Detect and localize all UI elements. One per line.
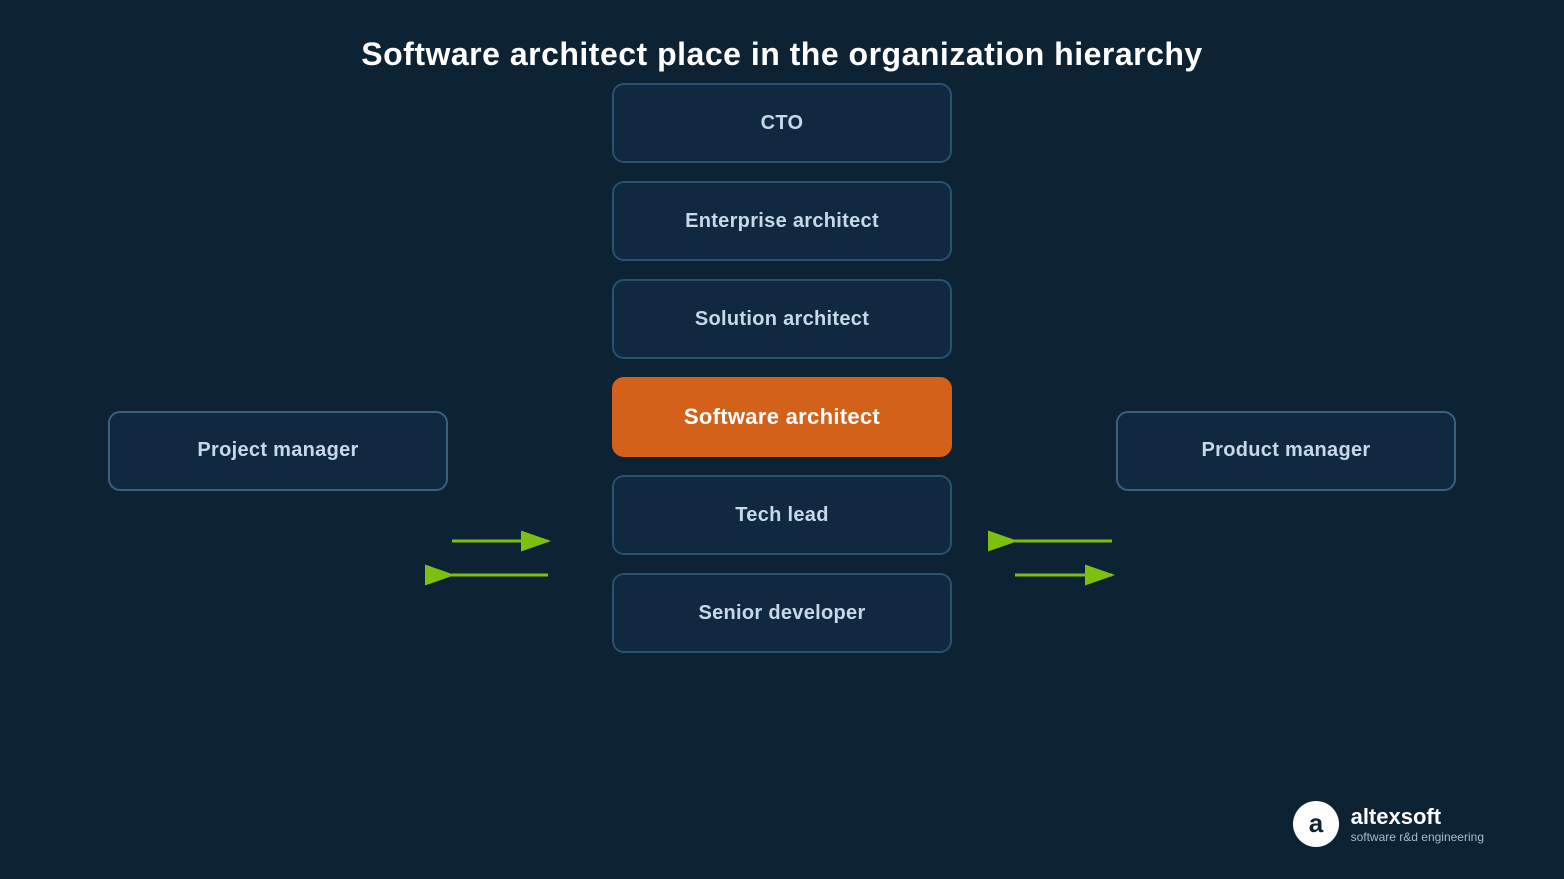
product-manager-label: Product manager [1202, 439, 1371, 462]
altexsoft-logo-text: altexsoft software r&d engineering [1351, 804, 1484, 844]
software-architect-box: Software architect [612, 377, 952, 457]
tech-lead-label: Tech lead [735, 504, 828, 527]
enterprise-architect-box: Enterprise architect [612, 181, 952, 261]
page-title: Software architect place in the organiza… [0, 0, 1564, 73]
cto-label: CTO [761, 112, 804, 135]
project-manager-box: Project manager [108, 411, 448, 491]
logo: a altexsoft software r&d engineering [1291, 799, 1484, 849]
solution-architect-label: Solution architect [695, 308, 869, 331]
diagram-container: CTO Enterprise architect Solution archit… [0, 73, 1564, 862]
senior-developer-label: Senior developer [698, 602, 865, 625]
svg-text:a: a [1308, 808, 1323, 838]
solution-architect-box: Solution architect [612, 279, 952, 359]
logo-subtext: software r&d engineering [1351, 830, 1484, 844]
senior-developer-box: Senior developer [612, 573, 952, 653]
logo-name: altexsoft [1351, 804, 1484, 830]
product-manager-box: Product manager [1116, 411, 1456, 491]
altexsoft-logo-icon: a [1291, 799, 1341, 849]
software-architect-label: Software architect [684, 404, 880, 430]
tech-lead-box: Tech lead [612, 475, 952, 555]
project-manager-label: Project manager [197, 439, 358, 462]
enterprise-architect-label: Enterprise architect [685, 210, 879, 233]
cto-box: CTO [612, 83, 952, 163]
